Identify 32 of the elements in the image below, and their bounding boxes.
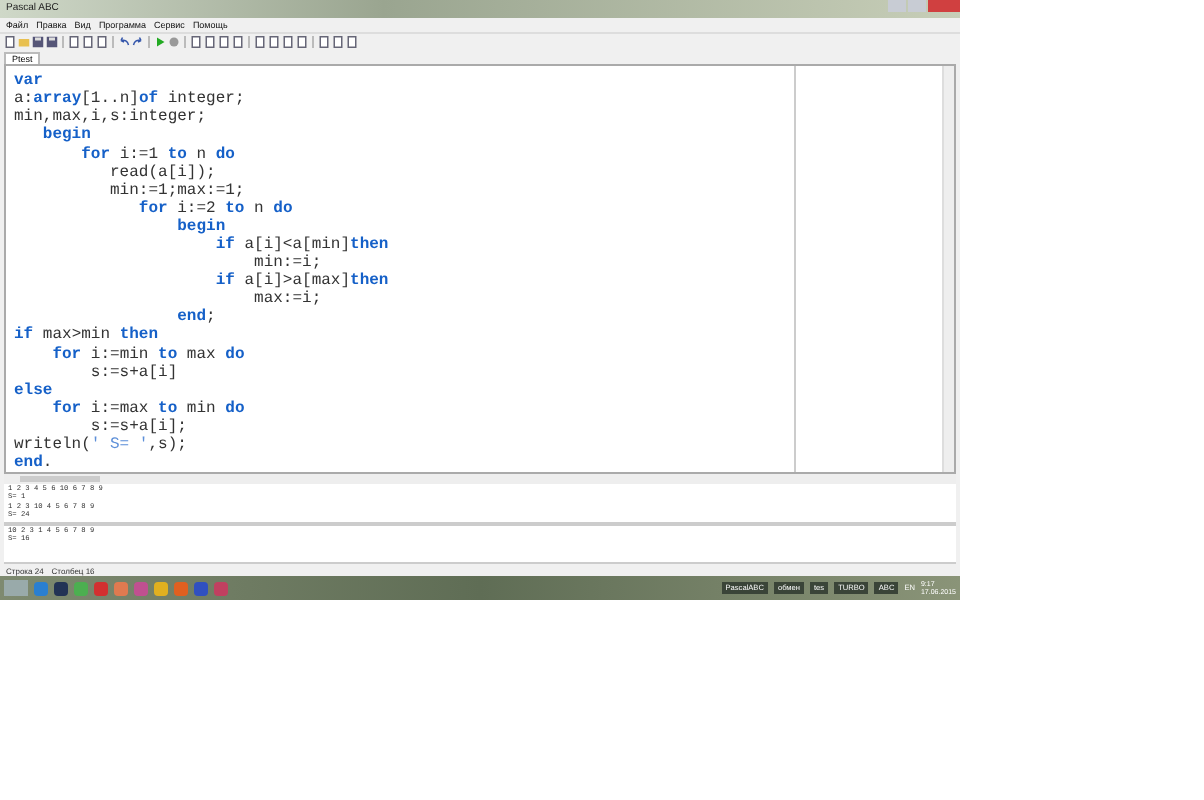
code-line: end. (14, 454, 55, 473)
save-icon[interactable] (46, 35, 58, 48)
start-button[interactable] (4, 580, 28, 597)
run-icon[interactable] (154, 35, 166, 48)
code-line: max:=i; (252, 290, 324, 309)
code-line: min:=i; (254, 254, 322, 273)
code-line: begin (42, 126, 91, 146)
code-line: if max>min then (14, 326, 161, 346)
code-line: a:array[1..n]of integer; (14, 90, 247, 109)
code-line: begin (175, 217, 228, 236)
code-line: min:=1;max:=1; (108, 181, 247, 200)
code-line: if a[i]>a[max]then (213, 272, 391, 291)
code-line: for i:=min to max do (50, 345, 247, 364)
code-line: else (14, 381, 53, 400)
vertical-scrollbar[interactable] (942, 66, 954, 473)
code-line: for i:=2 to n do (136, 199, 295, 218)
code-line: for i:=1 to n do (79, 145, 237, 164)
code-line: writeln(' S= ',s); (14, 436, 189, 455)
code-line: var (14, 72, 45, 91)
code-editor[interactable] (4, 64, 956, 475)
undo-icon[interactable] (118, 35, 130, 48)
code-line: s:=s+a[i] (88, 363, 180, 382)
code-line: min,max,i,s:integer; (14, 108, 209, 127)
stop-icon[interactable] (168, 35, 180, 48)
code-line: read(a[i]); (108, 163, 216, 182)
redo-icon[interactable] (132, 35, 144, 48)
code-line: for i:=max to min do (50, 399, 247, 418)
code-line: if a[i]<a[min]then (213, 236, 391, 254)
document-icon[interactable] (4, 35, 16, 48)
save-icon[interactable] (32, 35, 44, 48)
code-line: end; (175, 308, 218, 327)
code-line: s:=s+a[i]; (88, 417, 189, 436)
